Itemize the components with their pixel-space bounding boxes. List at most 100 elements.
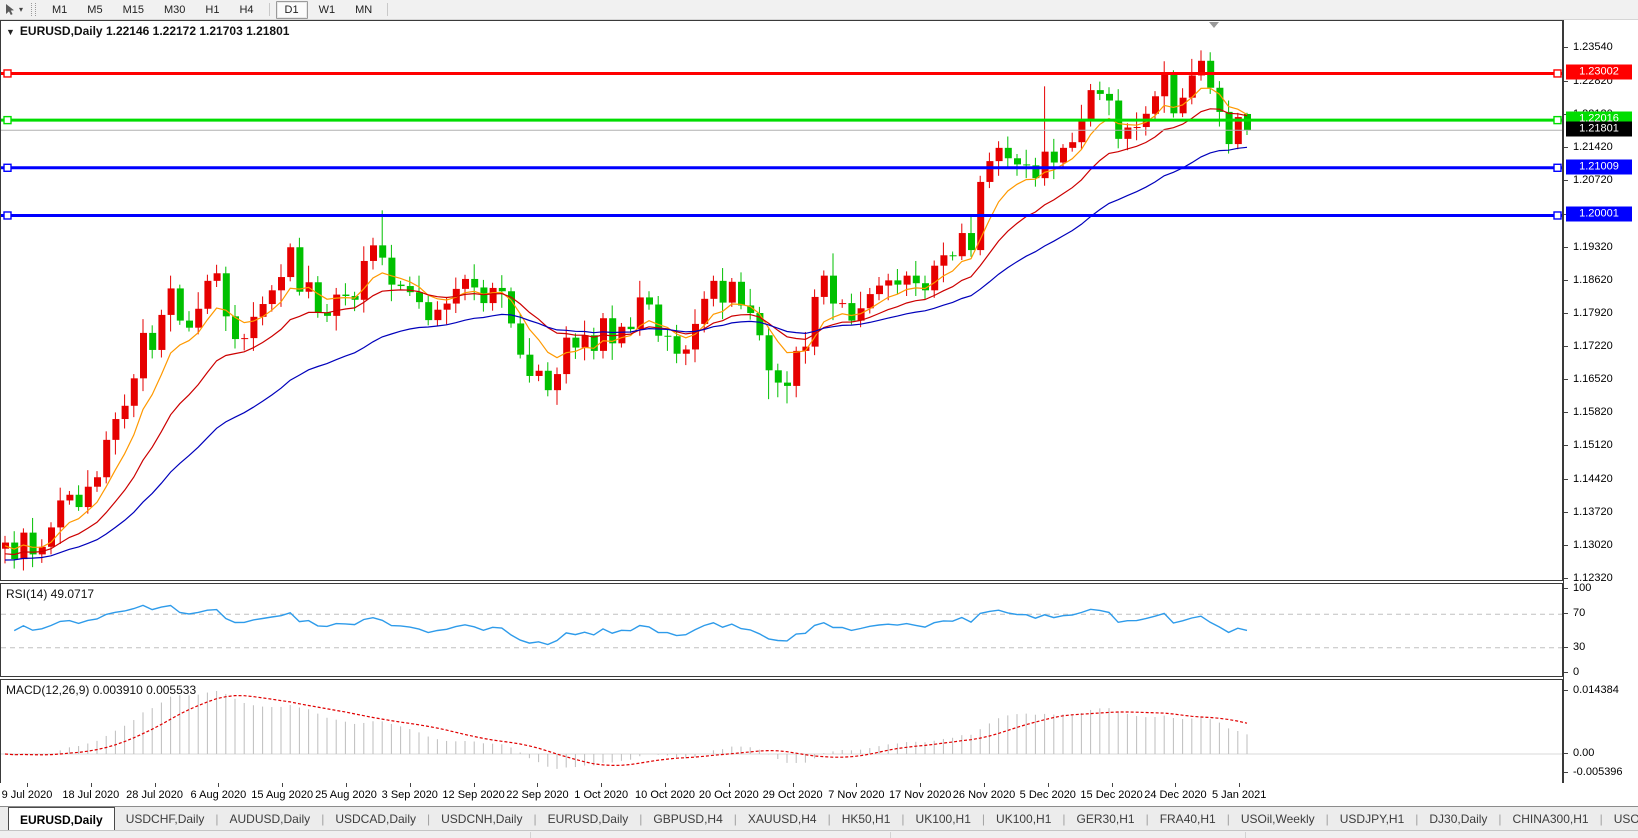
price-tick-label: 1.17220: [1573, 340, 1613, 352]
date-tick-label: 29 Oct 2020: [763, 789, 823, 801]
symbol-dropdown-icon[interactable]: ▼: [6, 27, 15, 37]
macd-tick-mark: [1564, 772, 1568, 773]
chart-tab-uk100-h1[interactable]: UK100,H1: [905, 807, 982, 831]
date-tick-mark: [27, 783, 28, 787]
chart-tab-dj30-daily[interactable]: DJ30,Daily: [1418, 807, 1498, 831]
date-tick-mark: [91, 783, 92, 787]
chart-tab-fra40-h1[interactable]: FRA40,H1: [1149, 807, 1227, 831]
rsi-tick-mark: [1564, 613, 1568, 614]
status-strip-divider: [1245, 832, 1246, 838]
rsi-label: RSI(14) 49.0717: [6, 587, 94, 601]
price-axis[interactable]: 1.235401.228201.221201.214201.207201.200…: [1563, 20, 1638, 783]
chart-tab-usoil-[interactable]: USOil,: [1603, 807, 1638, 831]
price-tick-mark: [1564, 578, 1568, 579]
macd-plot: [1, 680, 1562, 783]
date-tick-label: 26 Nov 2020: [953, 789, 1015, 801]
timeframe-button-h4[interactable]: H4: [230, 1, 262, 19]
chart-tab-uk100-h1[interactable]: UK100,H1: [985, 807, 1062, 831]
rsi-indicator-pane[interactable]: RSI(14) 49.0717: [0, 583, 1563, 677]
chart-shift-marker-icon[interactable]: [1209, 22, 1219, 28]
date-tick-label: 17 Nov 2020: [889, 789, 951, 801]
date-tick-mark: [729, 783, 730, 787]
rsi-tick-mark: [1564, 647, 1568, 648]
timeframe-button-m30[interactable]: M30: [155, 1, 194, 19]
rsi-tick-label: 70: [1573, 607, 1585, 619]
timeframe-button-w1[interactable]: W1: [310, 1, 345, 19]
price-level-tag[interactable]: 1.20001: [1566, 207, 1632, 222]
date-tick-label: 15 Dec 2020: [1080, 789, 1142, 801]
price-tick-label: 1.16520: [1573, 373, 1613, 385]
price-tick-mark: [1564, 512, 1568, 513]
date-tick-label: 25 Aug 2020: [315, 789, 377, 801]
price-level-tag[interactable]: 1.21009: [1566, 159, 1632, 174]
chevron-down-icon: ▾: [19, 5, 23, 14]
price-level-tag[interactable]: 1.23002: [1566, 65, 1632, 80]
price-tick-mark: [1564, 412, 1568, 413]
price-tick-label: 1.21420: [1573, 141, 1613, 153]
chart-title: ▼ EURUSD,Daily 1.22146 1.22172 1.21703 1.…: [6, 24, 289, 38]
chart-tab-ger30-h1[interactable]: GER30,H1: [1066, 807, 1146, 831]
date-tick-label: 5 Dec 2020: [1020, 789, 1076, 801]
date-tick-mark: [410, 783, 411, 787]
date-tick-label: 12 Sep 2020: [442, 789, 504, 801]
mt4-chart-window: { "toolbar": { "icon": "crosshair-cursor…: [0, 0, 1638, 837]
rsi-plot: [1, 584, 1562, 676]
chart-tab-eurusd-daily[interactable]: EURUSD,Daily: [8, 807, 115, 831]
toolbar-separator: [387, 3, 388, 16]
chart-tab-usdchf-daily[interactable]: USDCHF,Daily: [115, 807, 216, 831]
price-tick-mark: [1564, 247, 1568, 248]
timeframe-button-m15[interactable]: M15: [114, 1, 153, 19]
date-tick-mark: [1112, 783, 1113, 787]
chart-tab-usdjpy-h1[interactable]: USDJPY,H1: [1329, 807, 1415, 831]
price-tick-mark: [1564, 346, 1568, 347]
date-tick-mark: [218, 783, 219, 787]
toolbar-grip: [31, 3, 36, 16]
top-toolbar: ▾ M1M5M15M30H1H4 D1W1MN: [0, 0, 1638, 20]
macd-tick-mark: [1564, 690, 1568, 691]
chart-tab-audusd-daily[interactable]: AUDUSD,Daily: [219, 807, 322, 831]
toolbar-separator: [269, 3, 270, 16]
date-axis[interactable]: 9 Jul 202018 Jul 202028 Jul 20206 Aug 20…: [0, 783, 1563, 806]
price-tick-mark: [1564, 545, 1568, 546]
main-chart-pane[interactable]: ▼ EURUSD,Daily 1.22146 1.22172 1.21703 1.…: [0, 20, 1563, 581]
timeframe-button-h1[interactable]: H1: [196, 1, 228, 19]
timeframe-button-m1[interactable]: M1: [43, 1, 76, 19]
date-tick-mark: [793, 783, 794, 787]
price-tick-mark: [1564, 47, 1568, 48]
date-tick-mark: [346, 783, 347, 787]
timeframe-button-m5[interactable]: M5: [78, 1, 111, 19]
date-tick-label: 22 Sep 2020: [506, 789, 568, 801]
date-tick-label: 6 Aug 2020: [191, 789, 247, 801]
date-tick-label: 5 Jan 2021: [1212, 789, 1266, 801]
chart-title-text: EURUSD,Daily 1.22146 1.22172 1.21703 1.2…: [20, 24, 290, 38]
price-tick-mark: [1564, 280, 1568, 281]
chart-tab-hk50-h1[interactable]: HK50,H1: [831, 807, 902, 831]
date-tick-label: 15 Aug 2020: [251, 789, 313, 801]
cursor-tool-button[interactable]: ▾: [0, 3, 27, 17]
timeframe-button-mn[interactable]: MN: [346, 1, 381, 19]
chart-tab-usoil-weekly[interactable]: USOil,Weekly: [1230, 807, 1326, 831]
macd-tick-label: 0.00: [1573, 747, 1594, 759]
price-level-tag[interactable]: 1.21801: [1566, 122, 1632, 137]
chart-tab-usdcad-daily[interactable]: USDCAD,Daily: [324, 807, 427, 831]
date-tick-mark: [1239, 783, 1240, 787]
chart-tab-eurusd-daily[interactable]: EURUSD,Daily: [537, 807, 640, 831]
price-tick-label: 1.20720: [1573, 174, 1613, 186]
chart-tab-china300-h1[interactable]: CHINA300,H1: [1502, 807, 1600, 831]
chart-tab-xauusd-h4[interactable]: XAUUSD,H4: [737, 807, 828, 831]
macd-indicator-pane[interactable]: MACD(12,26,9) 0.003910 0.005533: [0, 679, 1563, 784]
candlestick-plot[interactable]: [1, 21, 1562, 580]
price-tick-label: 1.13020: [1573, 539, 1613, 551]
chart-tab-usdcnh-daily[interactable]: USDCNH,Daily: [430, 807, 533, 831]
date-tick-mark: [856, 783, 857, 787]
chart-tab-gbpusd-h4[interactable]: GBPUSD,H4: [642, 807, 733, 831]
rsi-tick-label: 100: [1573, 582, 1591, 594]
date-tick-mark: [282, 783, 283, 787]
date-tick-label: 18 Jul 2020: [62, 789, 119, 801]
price-tick-label: 1.15120: [1573, 439, 1613, 451]
timeframe-button-d1[interactable]: D1: [276, 1, 308, 19]
price-tick-label: 1.17920: [1573, 307, 1613, 319]
status-strip-divider: [890, 832, 891, 838]
date-tick-label: 7 Nov 2020: [828, 789, 884, 801]
date-tick-mark: [984, 783, 985, 787]
